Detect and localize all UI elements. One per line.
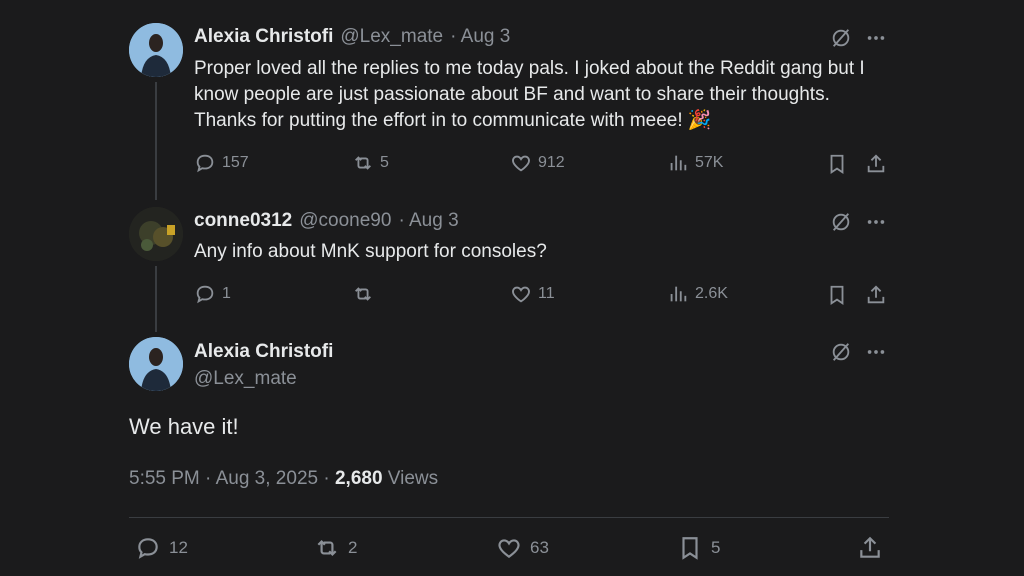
- more-icon[interactable]: [865, 211, 887, 233]
- reply-count: 12: [169, 538, 188, 557]
- like-count: 63: [530, 538, 549, 557]
- author-name[interactable]: Alexia Christofi: [194, 26, 333, 48]
- author-name[interactable]: Alexia Christofi: [194, 341, 333, 363]
- divider: [129, 517, 889, 518]
- like-button[interactable]: 63: [496, 535, 549, 561]
- views-icon: [670, 155, 687, 171]
- retweet-icon: [317, 539, 337, 557]
- retweet-count: 2: [348, 538, 358, 557]
- like-button[interactable]: 11: [510, 283, 555, 305]
- views-count: 57K: [695, 154, 724, 171]
- thread-line: [155, 82, 157, 200]
- views-button[interactable]: 57K: [667, 152, 723, 174]
- views-icon: [670, 286, 687, 302]
- like-count: 11: [538, 285, 555, 302]
- like-icon: [512, 286, 530, 303]
- tweet-timestamp[interactable]: 5:55 PM · Aug 3, 2025 · 2,680 Views: [129, 468, 438, 490]
- reply-icon: [196, 154, 214, 173]
- thread-line: [155, 266, 157, 332]
- author-name[interactable]: conne0312: [194, 210, 292, 232]
- share-icon[interactable]: [865, 153, 887, 175]
- retweet-count: 5: [380, 154, 389, 171]
- like-icon: [498, 539, 520, 558]
- views-total: 2,680: [334, 468, 383, 489]
- reply-icon: [138, 538, 158, 559]
- reply-button[interactable]: 157: [194, 152, 249, 174]
- like-count: 912: [538, 154, 565, 171]
- grok-icon[interactable]: [830, 27, 852, 49]
- retweet-button[interactable]: 5: [352, 152, 389, 174]
- timestamp-text: 5:55 PM · Aug 3, 2025 ·: [129, 468, 335, 489]
- views-count: 2.6K: [695, 285, 728, 302]
- main-tweet-text: We have it!: [129, 414, 239, 439]
- share-icon: [860, 536, 880, 558]
- author-handle[interactable]: @Lex_mate: [340, 26, 443, 48]
- bookmark-icon[interactable]: [826, 153, 848, 175]
- grok-icon[interactable]: [830, 341, 852, 363]
- tweet-text: Proper loved all the replies to me today…: [194, 58, 865, 131]
- reply-count: 1: [222, 285, 231, 302]
- bookmark-count: 5: [711, 538, 721, 557]
- tweet-date[interactable]: · Aug 3: [450, 26, 510, 48]
- bookmark-icon: [682, 537, 698, 560]
- avatar[interactable]: [129, 23, 183, 77]
- grok-icon[interactable]: [830, 211, 852, 233]
- retweet-icon: [355, 156, 371, 170]
- author-handle[interactable]: @Lex_mate: [194, 368, 297, 390]
- avatar[interactable]: [129, 207, 183, 261]
- retweet-button[interactable]: 2: [314, 535, 357, 561]
- bookmark-button[interactable]: 5: [677, 535, 720, 561]
- avatar[interactable]: [129, 337, 183, 391]
- like-icon: [512, 155, 530, 172]
- tweet-text: Any info about MnK support for consoles?: [194, 241, 547, 262]
- retweet-button[interactable]: [352, 283, 380, 305]
- reply-count: 157: [222, 154, 249, 171]
- reply-button[interactable]: 12: [135, 535, 188, 561]
- share-button[interactable]: [857, 535, 883, 561]
- author-handle[interactable]: @coone90: [299, 210, 391, 232]
- views-button[interactable]: 2.6K: [667, 283, 728, 305]
- retweet-icon: [355, 287, 371, 301]
- more-icon[interactable]: [865, 341, 887, 363]
- reply-icon: [196, 285, 214, 304]
- like-button[interactable]: 912: [510, 152, 565, 174]
- bookmark-icon[interactable]: [826, 284, 848, 306]
- views-label: Views: [382, 468, 439, 489]
- reply-button[interactable]: 1: [194, 283, 231, 305]
- share-icon[interactable]: [865, 284, 887, 306]
- more-icon[interactable]: [865, 27, 887, 49]
- tweet-date[interactable]: · Aug 3: [398, 210, 458, 232]
